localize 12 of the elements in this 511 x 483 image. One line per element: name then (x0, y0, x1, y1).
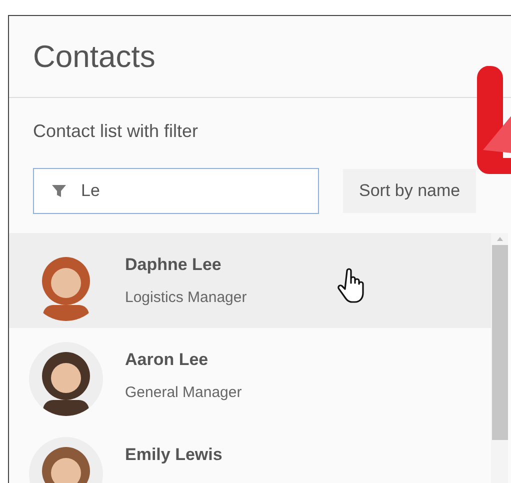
contact-row[interactable]: Daphne Lee Logistics Manager (9, 233, 491, 328)
contact-name: Emily Lewis (125, 445, 222, 465)
filter-icon (52, 184, 66, 198)
contact-role: Logistics Manager (125, 289, 247, 306)
scrollbar[interactable] (491, 233, 508, 483)
contact-name: Aaron Lee (125, 350, 210, 370)
contact-name: Daphne Lee (125, 255, 222, 275)
window-title: Contacts (32, 38, 156, 76)
subtitle: Contact list with filter (33, 121, 198, 142)
filter-field[interactable]: Le (33, 168, 319, 214)
contact-role: General Manager (125, 384, 242, 401)
sort-button[interactable]: Sort by name (343, 169, 476, 213)
